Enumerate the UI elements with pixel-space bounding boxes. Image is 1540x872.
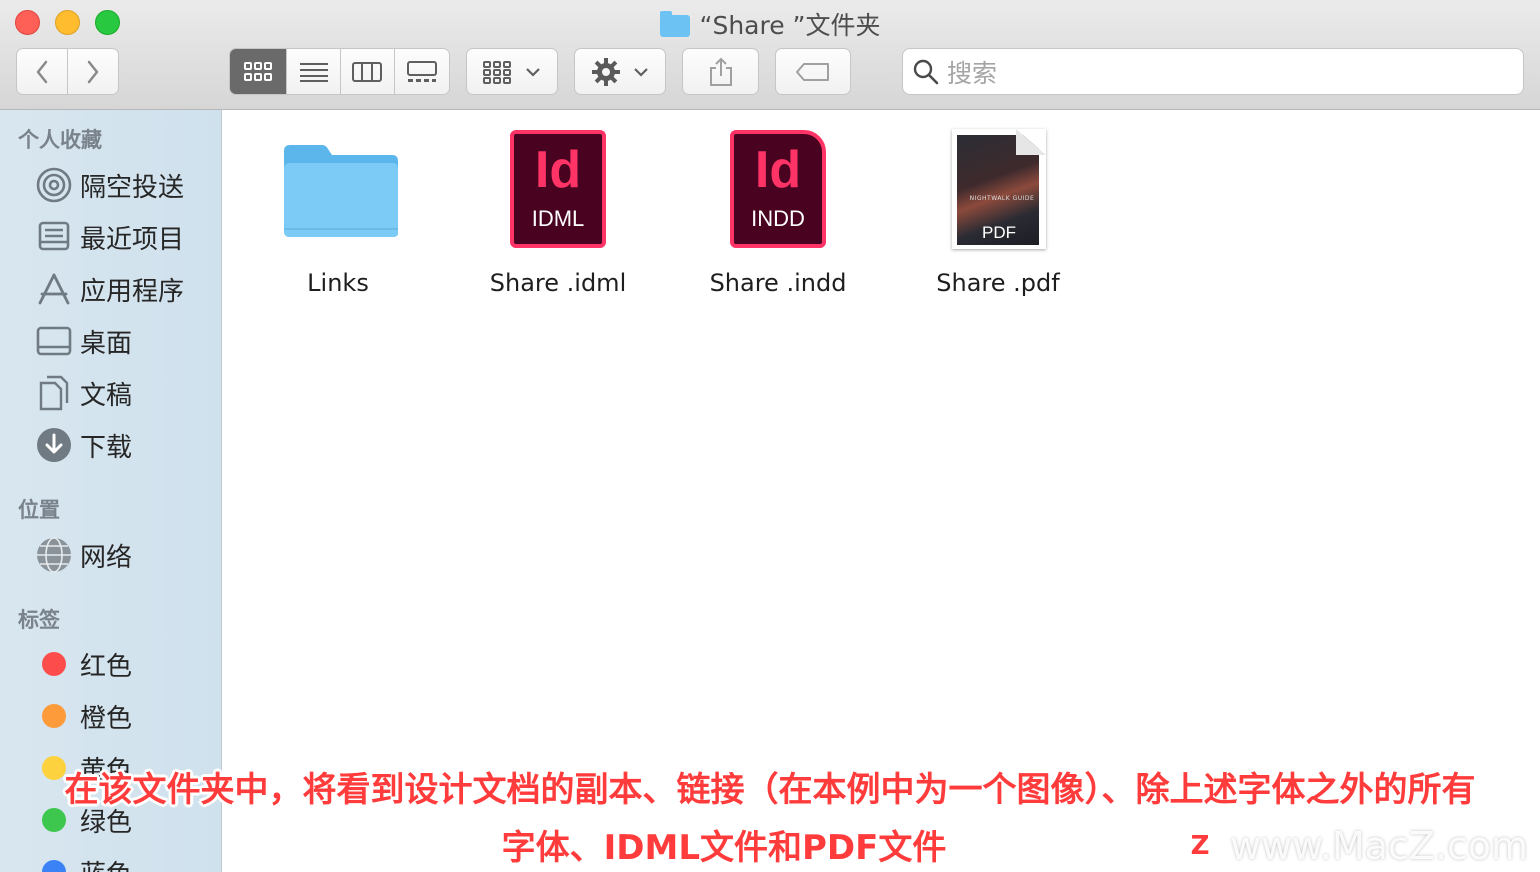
gallery-view-icon xyxy=(406,60,437,82)
locations-section-title: 位置 xyxy=(18,498,60,522)
sidebar-item-applications[interactable]: 应用程序 xyxy=(34,267,184,311)
airdrop-icon xyxy=(34,165,74,205)
sidebar-item-label: 隔空投送 xyxy=(80,172,185,203)
column-view-button[interactable] xyxy=(341,49,395,94)
file-item-indd[interactable]: Id INDD Share .indd xyxy=(668,125,888,315)
action-menu-button[interactable] xyxy=(574,48,666,95)
sidebar-item-downloads[interactable]: 下载 xyxy=(34,423,132,467)
file-name: Links xyxy=(307,269,369,297)
sidebar-item-documents[interactable]: 文稿 xyxy=(34,371,132,415)
gear-icon xyxy=(592,57,620,86)
sidebar-item-network[interactable]: 网络 xyxy=(34,533,132,577)
share-button[interactable] xyxy=(682,48,759,95)
title-bar: “Share ”文件夹 搜索 xyxy=(0,0,1540,110)
tag-dot-icon xyxy=(34,644,74,684)
list-view-button[interactable] xyxy=(287,49,341,94)
file-item-links[interactable]: Links xyxy=(228,125,448,315)
folder-icon xyxy=(284,145,398,237)
file-ext: IDML xyxy=(531,206,585,231)
gallery-view-button[interactable] xyxy=(394,49,449,94)
sidebar-item-label: 橙色 xyxy=(80,703,133,734)
sidebar-item-label: 红色 xyxy=(80,651,133,682)
icon-view-button[interactable] xyxy=(230,49,288,94)
folder-icon xyxy=(659,11,690,37)
watermark-text: www.MacZ.com xyxy=(1230,824,1529,868)
list-view-icon xyxy=(299,62,328,82)
chevron-right-icon xyxy=(87,60,98,83)
file-name: Share .idml xyxy=(489,269,627,297)
downloads-icon xyxy=(34,425,74,465)
file-ext: INDD xyxy=(751,206,805,231)
icon-view-icon xyxy=(244,61,273,81)
recents-icon xyxy=(34,217,74,257)
indesign-idml-icon: Id IDML xyxy=(510,130,606,248)
file-item-idml[interactable]: Id IDML Share .idml xyxy=(448,125,668,315)
edit-tags-button[interactable] xyxy=(775,48,851,95)
back-forward-control xyxy=(16,48,119,95)
pdf-thumbnail-icon: NIGHTWALK GUIDE PDF xyxy=(952,129,1046,249)
sidebar-item-label: 最近项目 xyxy=(80,224,185,255)
pdf-cover-text: NIGHTWALK GUIDE xyxy=(969,195,1035,202)
tag-icon xyxy=(796,62,829,81)
file-item-pdf[interactable]: NIGHTWALK GUIDE PDF Share .pdf xyxy=(888,125,1108,315)
file-badge: Id xyxy=(534,141,582,199)
sidebar-tag-red[interactable]: 红色 xyxy=(34,642,132,686)
pdf-badge: PDF xyxy=(982,223,1016,242)
sidebar-item-label: 桌面 xyxy=(80,328,133,359)
sidebar-item-label: 文稿 xyxy=(80,380,133,411)
file-name: Share .indd xyxy=(709,269,847,297)
chevron-down-icon xyxy=(526,67,540,77)
view-mode-control xyxy=(229,48,450,95)
search-icon xyxy=(913,59,939,84)
applications-icon xyxy=(34,269,74,309)
sidebar-item-desktop[interactable]: 桌面 xyxy=(34,319,132,363)
sidebar-item-airdrop[interactable]: 隔空投送 xyxy=(34,163,184,207)
indesign-indd-icon: Id INDD xyxy=(730,130,826,248)
network-icon xyxy=(34,535,74,575)
file-badge: Id xyxy=(754,141,802,199)
sidebar: 个人收藏 隔空投送 最近项目 应用程序 桌面 文稿 下载 位置 网络 标签 红色… xyxy=(0,110,222,872)
search-placeholder: 搜索 xyxy=(947,58,998,88)
tag-dot-icon xyxy=(34,696,74,736)
window-title-text: “Share ”文件夹 xyxy=(699,11,881,40)
chevron-left-icon xyxy=(36,60,47,83)
macz-logo: Z xyxy=(1182,828,1218,864)
forward-button[interactable] xyxy=(67,49,118,94)
chevron-down-icon xyxy=(634,67,648,77)
tags-section-title: 标签 xyxy=(18,608,60,632)
search-field[interactable]: 搜索 xyxy=(902,48,1524,95)
watermark: Z www.MacZ.com xyxy=(1182,824,1528,868)
back-button[interactable] xyxy=(17,49,68,94)
sidebar-item-label: 网络 xyxy=(80,542,133,573)
share-icon xyxy=(709,57,732,86)
sidebar-tag-orange[interactable]: 橙色 xyxy=(34,694,132,738)
group-by-button[interactable] xyxy=(466,48,558,95)
file-browser: Links Id IDML Share .idml Id INDD Share … xyxy=(223,110,1540,872)
favorites-section-title: 个人收藏 xyxy=(18,128,102,152)
window-title: “Share ”文件夹 xyxy=(0,6,1540,42)
sidebar-item-label: 下载 xyxy=(80,432,133,463)
group-icon xyxy=(483,60,511,84)
column-view-icon xyxy=(352,61,383,82)
sidebar-item-recents[interactable]: 最近项目 xyxy=(34,215,184,259)
caption-line-1: 在该文件夹中，将看到设计文档的副本、链接（在本例中为一个图像）、除上述字体之外的… xyxy=(64,770,1476,810)
desktop-icon xyxy=(34,321,74,361)
file-name: Share .pdf xyxy=(936,269,1060,297)
sidebar-item-label: 应用程序 xyxy=(80,276,185,307)
documents-icon xyxy=(34,373,74,413)
